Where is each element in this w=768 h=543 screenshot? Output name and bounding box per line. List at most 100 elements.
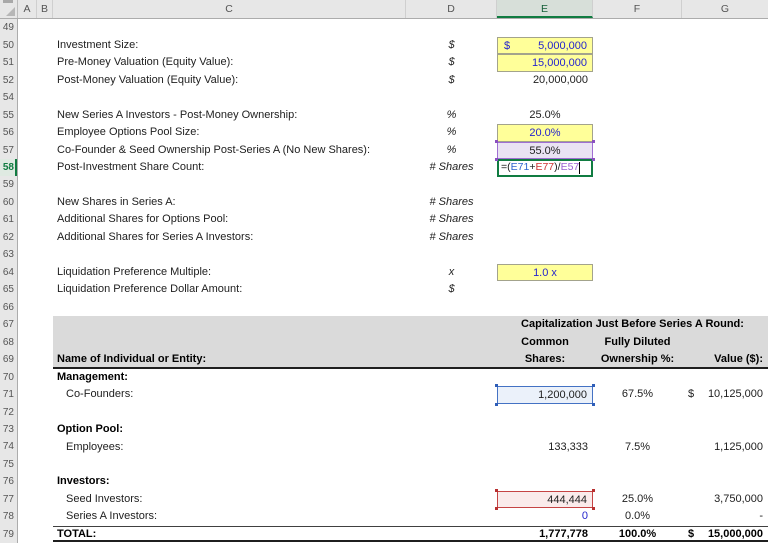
label-investment-size[interactable]: Investment Size: xyxy=(53,37,406,55)
row-header-49[interactable]: 49 xyxy=(0,19,17,36)
row-header-57[interactable]: 57 xyxy=(0,141,17,158)
unit-additional-shares-series-a[interactable]: # Shares xyxy=(406,229,497,247)
unit-pre-money-valuation[interactable]: $ xyxy=(406,54,497,72)
total-bottom-border xyxy=(53,540,768,542)
col-header-B[interactable]: B xyxy=(37,0,53,18)
captable-col-shares[interactable]: Shares: xyxy=(497,351,593,369)
unit-post-investment-share-count[interactable]: # Shares xyxy=(406,159,497,177)
label-additional-shares-series-a[interactable]: Additional Shares for Series A Investors… xyxy=(53,229,406,247)
captable-col-ownership-pct[interactable]: Ownership %: xyxy=(593,351,682,369)
row-header-51[interactable]: 51 xyxy=(0,54,17,71)
col-header-E[interactable]: E xyxy=(497,0,593,18)
row-header-59[interactable]: 59 xyxy=(0,176,17,193)
cell-series-a-shares[interactable]: 0 xyxy=(497,508,593,526)
row-header-69[interactable]: 69 xyxy=(0,351,17,368)
label-post-money-valuation[interactable]: Post-Money Valuation (Equity Value): xyxy=(53,72,406,90)
unit-liquidation-dollar[interactable]: $ xyxy=(406,281,497,299)
col-header-D[interactable]: D xyxy=(406,0,497,18)
row-header-67[interactable]: 67 xyxy=(0,316,17,333)
cell-series-a-ownership[interactable]: 0.0% xyxy=(593,508,682,526)
row-header-71[interactable]: 71 xyxy=(0,386,17,403)
row-header-52[interactable]: 52 xyxy=(0,71,17,88)
label-liquidation-multiple[interactable]: Liquidation Preference Multiple: xyxy=(53,264,406,282)
cell-employees-ownership[interactable]: 7.5% xyxy=(593,439,682,457)
label-options-pool-size[interactable]: Employee Options Pool Size: xyxy=(53,124,406,142)
row-header-70[interactable]: 70 xyxy=(0,368,17,385)
row-header-63[interactable]: 63 xyxy=(0,246,17,263)
label-series-a-investors[interactable]: Series A Investors: xyxy=(53,508,406,526)
unit-options-pool-size[interactable]: % xyxy=(406,124,497,142)
cell-series-a-value[interactable]: - xyxy=(682,508,768,526)
col-header-F[interactable]: F xyxy=(593,0,682,18)
row-header-64[interactable]: 64 xyxy=(0,264,17,281)
row-header-75[interactable]: 75 xyxy=(0,456,17,473)
cell-post-money-valuation-value[interactable]: 20,000,000 xyxy=(497,72,593,90)
group-management[interactable]: Management: xyxy=(53,369,406,387)
captable-col-fully-diluted[interactable]: Fully Diluted xyxy=(593,334,682,352)
cell-cofounders-value[interactable]: $ 10,125,000 xyxy=(682,386,768,404)
row-header-77[interactable]: 77 xyxy=(0,491,17,508)
row-header-54[interactable]: 54 xyxy=(0,89,17,106)
captable-col-value[interactable]: Value ($): xyxy=(682,351,768,369)
select-all-corner[interactable] xyxy=(0,0,18,18)
formula-edit-cell[interactable]: =(E71+E77)/E57 xyxy=(497,159,593,177)
row-header-66[interactable]: 66 xyxy=(0,299,17,316)
unit-investment-size[interactable]: $ xyxy=(406,37,497,55)
cell-options-pool-size-value[interactable]: 20.0% xyxy=(497,124,593,142)
row-header-60[interactable]: 60 xyxy=(0,194,17,211)
cell-seed-value[interactable]: 3,750,000 xyxy=(682,491,768,509)
cell-employees-shares[interactable]: 133,333 xyxy=(497,439,593,457)
label-pre-money-valuation[interactable]: Pre-Money Valuation (Equity Value): xyxy=(53,54,406,72)
label-new-shares-series-a[interactable]: New Shares in Series A: xyxy=(53,194,406,212)
row-header-74[interactable]: 74 xyxy=(0,438,17,455)
group-investors[interactable]: Investors: xyxy=(53,473,406,491)
label-post-investment-share-count[interactable]: Post-Investment Share Count: xyxy=(53,159,406,177)
row-header-73[interactable]: 73 xyxy=(0,421,17,438)
cell-seed-ownership[interactable]: 25.0% xyxy=(593,491,682,509)
unit-additional-shares-options[interactable]: # Shares xyxy=(406,211,497,229)
cell-series-a-ownership-value[interactable]: 25.0% xyxy=(497,107,593,125)
label-employees[interactable]: Employees: xyxy=(53,439,406,457)
row-header-62[interactable]: 62 xyxy=(0,229,17,246)
row-header-78[interactable]: 78 xyxy=(0,508,17,525)
group-option-pool[interactable]: Option Pool: xyxy=(53,421,406,439)
unit-new-shares-series-a[interactable]: # Shares xyxy=(406,194,497,212)
captable-col-common[interactable]: Common xyxy=(497,334,593,352)
unit-series-a-ownership[interactable]: % xyxy=(406,107,497,125)
cell-pre-money-valuation-value[interactable]: 15,000,000 xyxy=(497,54,593,72)
row-header-50[interactable]: 50 xyxy=(0,36,17,53)
row-header-56[interactable]: 56 xyxy=(0,124,17,141)
column-header-bar: A B C D E F G xyxy=(0,0,768,19)
value-text: 10,125,000 xyxy=(708,386,763,404)
cell-employees-value[interactable]: 1,125,000 xyxy=(682,439,768,457)
label-cofounder-seed-ownership[interactable]: Co-Founder & Seed Ownership Post-Series … xyxy=(53,142,406,160)
cell-liquidation-multiple-value[interactable]: 1.0 x xyxy=(497,264,593,282)
cell-seed-shares-referenced[interactable]: 444,444 xyxy=(497,491,593,509)
label-series-a-ownership[interactable]: New Series A Investors - Post-Money Owne… xyxy=(53,107,406,125)
cell-cofounders-ownership[interactable]: 67.5% xyxy=(593,386,682,404)
label-liquidation-dollar[interactable]: Liquidation Preference Dollar Amount: xyxy=(53,281,406,299)
col-header-C[interactable]: C xyxy=(53,0,406,18)
label-cofounders[interactable]: Co-Founders: xyxy=(53,386,406,404)
row-header-68[interactable]: 68 xyxy=(0,333,17,350)
label-additional-shares-options[interactable]: Additional Shares for Options Pool: xyxy=(53,211,406,229)
captable-title[interactable]: Capitalization Just Before Series A Roun… xyxy=(497,316,768,334)
col-header-A[interactable]: A xyxy=(18,0,37,18)
col-header-G[interactable]: G xyxy=(682,0,768,18)
row-header-76[interactable]: 76 xyxy=(0,473,17,490)
row-header-72[interactable]: 72 xyxy=(0,403,17,420)
cell-investment-size-value[interactable]: $ 5,000,000 xyxy=(497,37,593,55)
row-header-58[interactable]: 58 xyxy=(0,159,17,176)
cell-cofounder-seed-ownership-value-referenced[interactable]: 55.0% xyxy=(497,142,593,160)
captable-name-header[interactable]: Name of Individual or Entity: xyxy=(53,351,406,369)
unit-post-money-valuation[interactable]: $ xyxy=(406,72,497,90)
unit-cofounder-seed-ownership[interactable]: % xyxy=(406,142,497,160)
row-header-79[interactable]: 79 xyxy=(0,526,17,543)
formula-ref-E71: E71 xyxy=(511,161,530,175)
cell-cofounders-shares-referenced[interactable]: 1,200,000 xyxy=(497,386,593,404)
label-seed-investors[interactable]: Seed Investors: xyxy=(53,491,406,509)
row-header-65[interactable]: 65 xyxy=(0,281,17,298)
row-header-61[interactable]: 61 xyxy=(0,211,17,228)
unit-liquidation-multiple[interactable]: x xyxy=(406,264,497,282)
row-header-55[interactable]: 55 xyxy=(0,106,17,123)
